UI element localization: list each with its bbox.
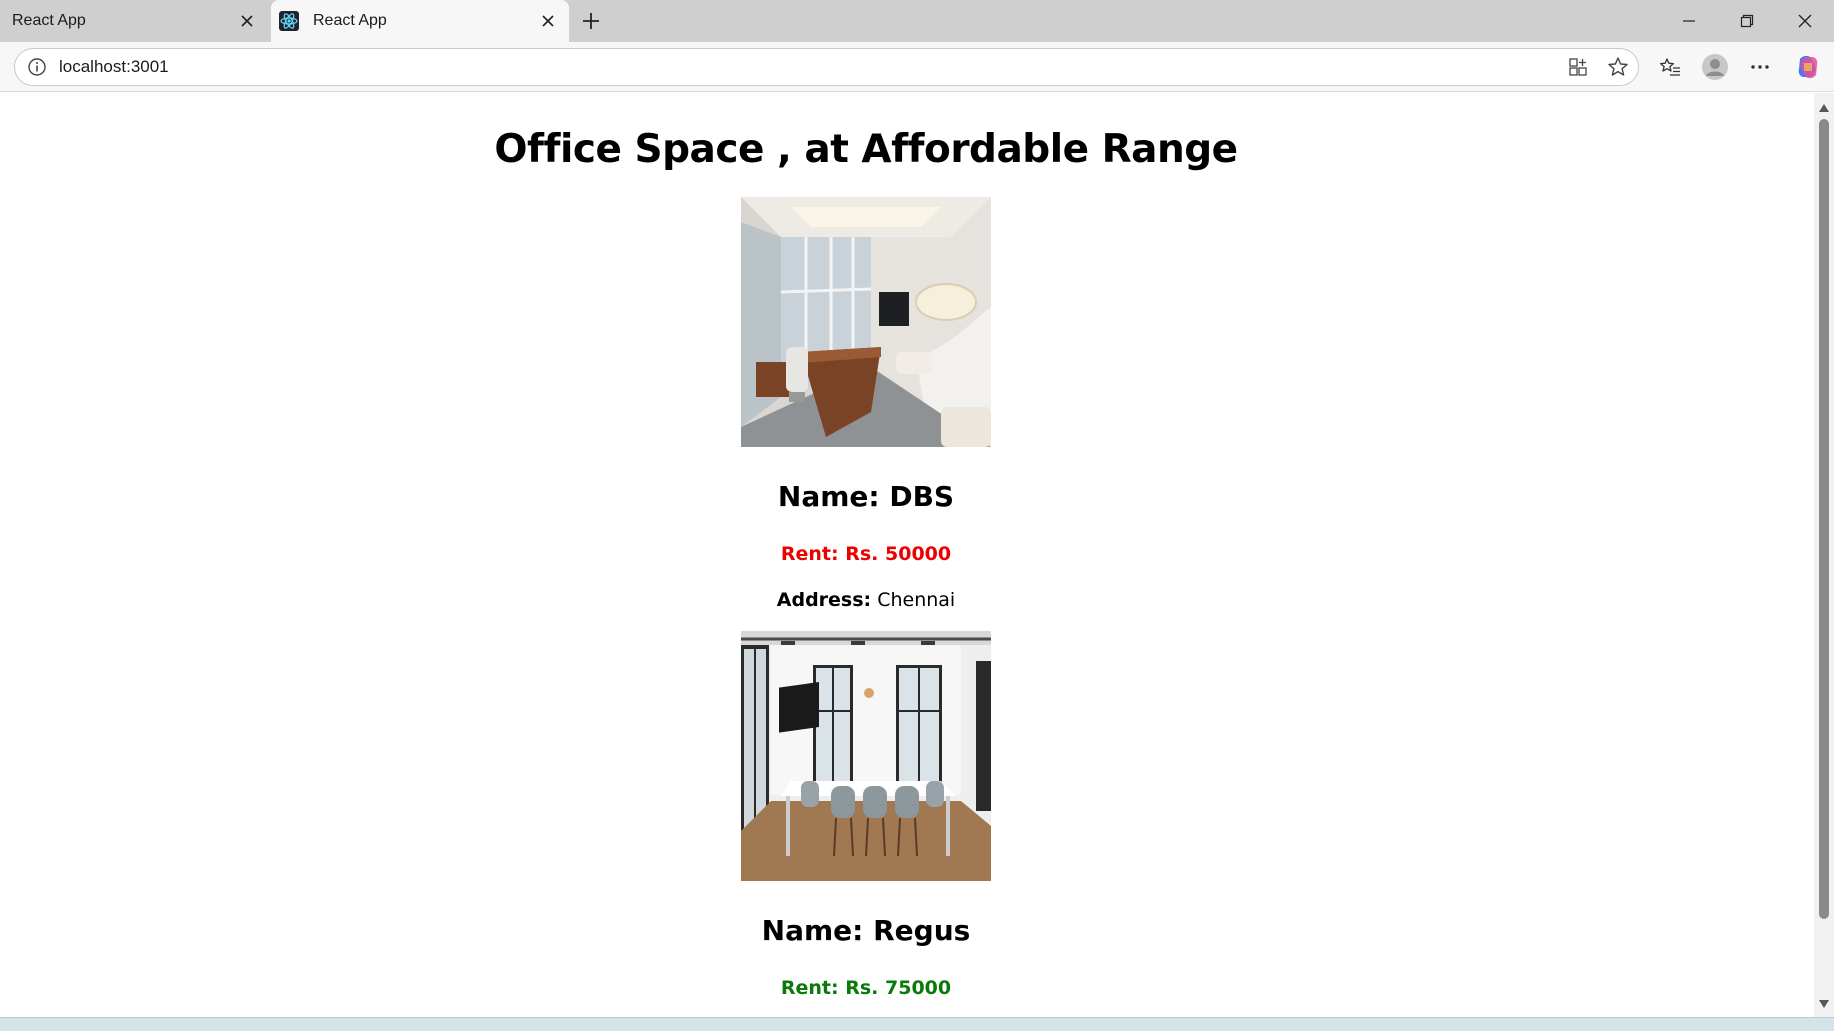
restore-icon[interactable] (1718, 0, 1776, 42)
url-text[interactable]: localhost:3001 (59, 57, 1558, 77)
tab-strip: React App React App (0, 0, 1834, 42)
new-tab-plus-icon[interactable] (574, 4, 608, 38)
browser-toolbar: localhost:3001 (0, 42, 1834, 92)
page-title: Office Space , at Affordable Range (494, 127, 1238, 172)
tab-title: React App (313, 12, 387, 29)
react-logo-icon (279, 11, 299, 31)
address-bar[interactable]: localhost:3001 (14, 48, 1639, 86)
copilot-icon[interactable] (1790, 49, 1826, 85)
scrollbar-thumb[interactable] (1819, 119, 1829, 919)
office-image (741, 197, 991, 447)
vertical-scrollbar[interactable] (1814, 93, 1834, 1017)
tab-react-app-1[interactable]: React App (0, 0, 268, 42)
office-rent: Rent: Rs. 50000 (780, 543, 952, 565)
tab-close-icon[interactable] (232, 6, 262, 36)
office-card: Name: DBS Rent: Rs. 50000 Address: Chenn… (0, 175, 1732, 613)
app-available-icon[interactable] (1558, 48, 1598, 86)
office-rent: Rent: Rs. 75000 (780, 977, 952, 999)
minimize-icon[interactable] (1660, 0, 1718, 42)
favorites-icon[interactable] (1652, 49, 1688, 85)
favorite-star-icon[interactable] (1598, 48, 1638, 86)
scroll-down-arrow-icon[interactable] (1814, 995, 1834, 1013)
tab-title: React App (12, 12, 86, 29)
address-value: Chennai (877, 589, 956, 611)
taskbar-edge (0, 1017, 1834, 1031)
office-card: Name: Regus Rent: Rs. 75000 (0, 613, 1732, 1001)
office-image (741, 631, 991, 881)
office-address: Address: Chennai (777, 587, 955, 613)
page-content: Office Space , at Affordable Range Name:… (0, 125, 1732, 1001)
profile-avatar-icon[interactable] (1697, 49, 1733, 85)
tab-react-app-2[interactable]: React App (271, 0, 569, 42)
more-options-icon[interactable] (1742, 49, 1778, 85)
address-label: Address: (776, 589, 872, 611)
tab-close-icon[interactable] (533, 6, 563, 36)
office-name: Name: Regus (761, 914, 971, 947)
site-info-icon[interactable] (27, 57, 47, 77)
page-viewport: Office Space , at Affordable Range Name:… (0, 93, 1814, 1017)
office-name: Name: DBS (777, 480, 955, 513)
scroll-up-arrow-icon[interactable] (1814, 99, 1834, 117)
close-window-icon[interactable] (1776, 0, 1834, 42)
